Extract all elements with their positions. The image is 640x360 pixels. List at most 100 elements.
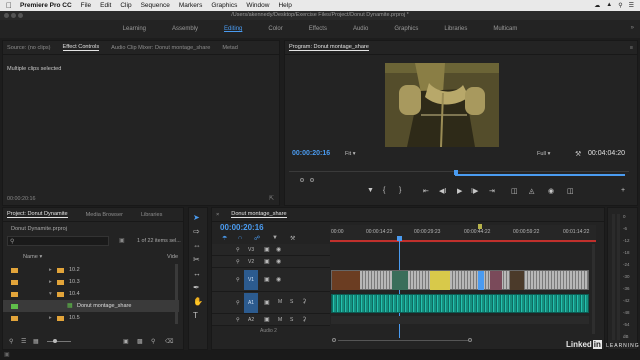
lock-icon[interactable]: ⚲ [236,277,240,283]
tab-media-browser[interactable]: Media Browser [86,212,123,218]
tab-audio-clip-mixer[interactable]: Audio Clip Mixer: Donut montage_share [111,45,210,51]
list-view-icon[interactable]: ☰ [21,338,26,345]
menu-edit[interactable]: Edit [100,2,111,9]
workspace-color[interactable]: Color [268,26,282,32]
minimize-window-button[interactable] [11,13,16,18]
microphone-icon[interactable]: ⚳ [302,316,306,323]
track-header-a1[interactable]: ⚲ A1 ▣ M S ⚳ [212,292,330,314]
track-a1-source-patch[interactable]: A1 [244,293,258,313]
mark-out-icon[interactable]: } [399,187,401,194]
zoom-slider[interactable] [47,341,71,342]
lock-icon[interactable]: ⚲ [9,338,13,345]
new-search-bin-icon[interactable]: ▣ [119,237,125,244]
button-editor-add-icon[interactable]: + [621,187,625,194]
settings-wrench-icon[interactable]: ⚒ [575,150,581,158]
hand-tool-icon[interactable]: ✋ [193,297,203,306]
program-menu-icon[interactable]: ≡ [630,45,637,51]
mute-button[interactable]: M [278,299,282,305]
snap-icon[interactable]: ∩ [238,235,242,241]
track-header-v3[interactable]: ⚲ V3 ▣ ◉ [212,244,330,256]
lock-icon[interactable]: ⚲ [236,247,240,253]
effect-controls-timecode[interactable]: 00:00:20:16 [7,196,35,202]
apple-icon[interactable]:  [6,1,12,10]
track-select-tool-icon[interactable]: ⇨ [193,227,200,236]
lift-icon[interactable]: ◫ [511,187,518,195]
icon-view-icon[interactable]: ▦ [33,338,39,345]
go-to-out-icon[interactable]: ⇥ [489,187,495,195]
eye-icon[interactable]: ◉ [276,276,281,283]
workspace-effects[interactable]: Effects [309,26,327,32]
chevron-right-icon[interactable]: ▸ [49,312,52,324]
add-marker-icon[interactable]: ▼ [367,187,374,194]
list-item[interactable]: ▸ 10.2 [3,264,179,276]
v1-video-clips[interactable] [331,270,589,290]
selection-tool-icon[interactable]: ➤ [193,213,200,222]
list-item[interactable]: ▾ 10.4 [3,288,179,300]
zoom-window-button[interactable] [18,13,23,18]
workspace-editing[interactable]: Editing [224,26,242,32]
program-video-frame[interactable] [385,63,499,147]
mute-button[interactable]: M [278,317,282,323]
project-search-input[interactable]: ⚲ [7,236,109,246]
trash-icon[interactable]: ⌫ [165,338,173,345]
zoom-handle-right[interactable] [310,178,314,182]
list-item[interactable]: ▸ 10.3 [3,276,179,288]
tab-libraries[interactable]: Libraries [141,212,162,218]
pen-tool-icon[interactable]: ✒ [193,283,200,292]
nest-toggle-icon[interactable]: ☂ [222,235,227,242]
step-back-icon[interactable]: ◀I [439,187,446,195]
tab-effect-controls[interactable]: Effect Controls [62,44,100,51]
sync-lock-icon[interactable]: ▣ [264,246,270,253]
tab-metadata[interactable]: Metad [222,45,238,51]
workspace-overflow-icon[interactable]: » [631,25,634,31]
sync-lock-icon[interactable]: ▣ [264,316,270,323]
wifi-icon[interactable]: ▲ [606,2,612,9]
type-tool-icon[interactable]: T [193,311,198,320]
tab-source[interactable]: Source: (no clips) [7,45,51,51]
project-scrollbar[interactable] [175,264,178,324]
razor-tool-icon[interactable]: ✂ [193,255,200,264]
play-icon[interactable]: ▶ [457,187,462,195]
timeline-current-time[interactable]: 00:00:20:16 [220,223,264,232]
track-header-v1[interactable]: ⚲ V1 ▣ ◉ [212,268,330,292]
lock-icon[interactable]: ⚲ [236,300,240,306]
new-item-icon[interactable]: ▩ [137,338,143,345]
sync-lock-icon[interactable]: ▣ [264,258,270,265]
menu-clip[interactable]: Clip [120,2,131,9]
zoom-handle-left[interactable] [332,338,336,342]
workspace-learning[interactable]: Learning [123,26,146,32]
fit-dropdown[interactable]: Fit ▾ [345,151,356,157]
go-to-in-icon[interactable]: ⇤ [423,187,429,195]
workspace-multicam[interactable]: Multicam [493,26,517,32]
sync-lock-icon[interactable]: ▣ [264,276,270,283]
zoom-handle-right[interactable] [468,338,472,342]
program-zoom-bar[interactable] [455,174,625,176]
step-forward-icon[interactable]: I▶ [471,187,478,195]
search-icon[interactable]: ⚲ [151,338,155,345]
zoom-slider-thumb[interactable] [53,339,57,343]
column-name-header[interactable]: Name ▾ [23,254,42,260]
quality-dropdown[interactable]: Full ▾ [537,151,550,157]
eye-icon[interactable]: ◉ [276,246,281,253]
workspace-libraries[interactable]: Libraries [444,26,467,32]
tab-timeline-sequence[interactable]: Donut montage_share [231,211,287,218]
extract-icon[interactable]: ◬ [529,187,534,195]
chevron-right-icon[interactable]: ▸ [49,276,52,288]
menu-file[interactable]: File [81,2,91,9]
zoom-handle-left[interactable] [300,178,304,182]
menu-sequence[interactable]: Sequence [141,2,170,9]
lock-icon[interactable]: ⚲ [236,259,240,265]
program-scrubber-track[interactable] [289,171,629,172]
menu-markers[interactable]: Markers [179,2,202,9]
cloud-icon[interactable]: ☁ [594,2,600,9]
new-bin-icon[interactable]: ▣ [123,338,129,345]
menu-help[interactable]: Help [278,2,291,9]
timeline-horizontal-scrollbar[interactable] [338,340,468,341]
list-item[interactable]: ▸ 10.5 [3,312,179,324]
linked-selection-icon[interactable]: ☍ [254,235,260,242]
menu-graphics[interactable]: Graphics [211,2,237,9]
close-tab-icon[interactable]: × [216,212,219,218]
chevron-right-icon[interactable]: ▸ [49,264,52,276]
export-frame-camera-icon[interactable]: ◉ [548,187,554,195]
search-icon[interactable]: ⚲ [618,2,622,9]
